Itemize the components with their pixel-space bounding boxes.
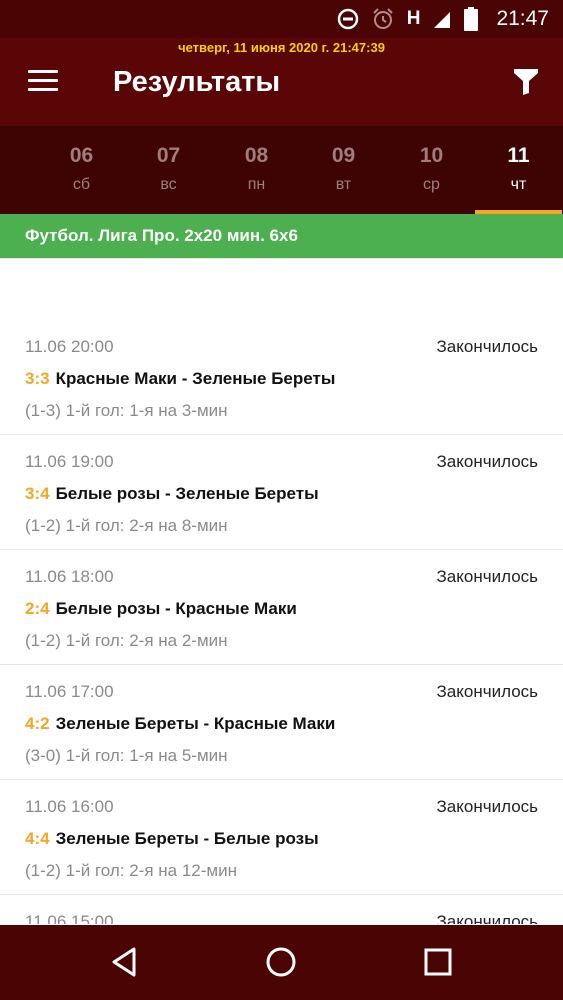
home-circle-icon[interactable]	[264, 945, 298, 979]
match-detail: (1-2) 1-й гол: 2-я на 12-мин	[25, 861, 237, 880]
match-detail: (3-0) 1-й гол: 1-я на 5-мин	[25, 746, 228, 765]
date-tab-day: 07	[156, 144, 181, 167]
match-result: 3:4 Белые розы - Зеленые Береты	[25, 484, 319, 504]
alarm-icon	[372, 8, 393, 29]
match-detail: (1-2) 1-й гол: 2-я на 8-мин	[25, 516, 228, 535]
match-time: 11.06 16:00	[25, 797, 114, 816]
date-tab-weekday: вс	[160, 176, 177, 193]
date-tab-07[interactable]: 07 вс	[125, 126, 212, 214]
date-tab-day: 11	[507, 144, 530, 167]
league-header[interactable]: Футбол. Лига Про. 2x20 мин. 6x6	[0, 214, 563, 258]
date-tab-weekday: ср	[423, 176, 440, 193]
match-score: 4:4	[25, 829, 50, 848]
match-score: 3:3	[25, 369, 50, 388]
date-tab-11[interactable]: 11 чт	[475, 126, 562, 214]
match-result: 4:2 Зеленые Береты - Красные Маки	[25, 714, 335, 734]
date-tab-weekday: вт	[335, 176, 352, 193]
app-bar: четверг, 11 июня 2020 г. 21:47:39 Резуль…	[0, 38, 563, 126]
system-nav-bar	[0, 925, 563, 1000]
match-teams: Белые розы - Зеленые Береты	[55, 484, 319, 503]
match-time: 11.06 18:00	[25, 567, 114, 586]
recents-square-icon[interactable]	[421, 945, 455, 979]
date-tab-weekday: сб	[72, 176, 91, 193]
date-tab-day: 10	[419, 144, 444, 167]
match-row[interactable]: 11.06 16:00 Закончилось 4:4 Зеленые Береты …	[0, 780, 563, 895]
match-result: 3:3 Красные Маки - Зеленые Береты	[25, 369, 335, 389]
match-detail: (1-2) 1-й гол: 2-я на 2-мин	[25, 631, 228, 650]
status-icons: H 21:47	[337, 6, 549, 32]
page-title: Результаты	[113, 66, 281, 98]
date-tab-10[interactable]: 10 ср	[388, 126, 475, 214]
match-status: Закончилось	[436, 797, 538, 816]
date-tab-day: 05	[0, 144, 19, 168]
match-status: Закончилось	[436, 337, 538, 356]
match-list[interactable]: 6:6Красные Маки - Белые розы(2-3) 1-й го…	[0, 214, 563, 924]
date-tab-day: 08	[244, 144, 269, 167]
date-tab-08[interactable]: 08 пн	[213, 126, 300, 214]
hamburger-menu-icon[interactable]	[28, 70, 58, 92]
match-row[interactable]: 11.06 19:00 Закончилось 3:4 Белые розы - Зе…	[0, 435, 563, 550]
date-tab-weekday: чт	[510, 176, 527, 193]
date-tab-05[interactable]: 05 пт	[0, 126, 19, 214]
back-triangle-icon[interactable]	[108, 945, 142, 979]
match-time: 11.06 19:00	[25, 452, 114, 471]
match-teams: Зеленые Береты - Белые розы	[55, 829, 319, 848]
match-result: 4:4 Зеленые Береты - Белые розы	[25, 829, 319, 849]
dnd-icon	[337, 8, 358, 30]
match-row[interactable]: 11.06 20:00 Закончилось 3:3 Красные Маки - …	[0, 320, 563, 435]
match-time: 11.06 17:00	[25, 682, 114, 701]
match-time: 11.06 20:00	[25, 337, 114, 356]
date-tab-weekday: пт	[0, 176, 19, 194]
match-status: Закончилось	[436, 912, 538, 924]
current-datetime: четверг, 11 июня 2020 г. 21:47:39	[178, 40, 385, 55]
match-score: 2:4	[25, 599, 50, 618]
date-tab-day: 06	[69, 144, 94, 167]
match-row[interactable]: 11.06 18:00 Закончилось 2:4 Белые розы - Кр…	[0, 550, 563, 665]
match-score: 4:2	[25, 714, 50, 733]
date-tab-weekday: пн	[247, 176, 266, 193]
signal-icon	[434, 12, 451, 28]
match-teams: Зеленые Береты - Красные Маки	[55, 714, 336, 733]
filter-icon[interactable]	[513, 68, 539, 96]
match-time: 11.06 15:00	[25, 912, 114, 924]
match-row[interactable]: 11.06 17:00 Закончилось 4:2 Зеленые Береты …	[0, 665, 563, 780]
match-detail: (1-3) 1-й гол: 1-я на 3-мин	[25, 401, 228, 420]
match-status: Закончилось	[436, 682, 538, 701]
status-bar: H 21:47	[0, 0, 563, 38]
match-row[interactable]: 11.06 15:00 Закончилось	[0, 895, 563, 924]
battery-icon	[464, 7, 479, 31]
network-type-label: H	[406, 8, 421, 29]
match-status: Закончилось	[436, 452, 538, 471]
status-time: 21:47	[496, 7, 549, 30]
match-status: Закончилось	[436, 567, 538, 586]
match-teams: Красные Маки - Зеленые Береты	[55, 369, 336, 388]
date-tab-day: 09	[331, 144, 356, 167]
match-score: 3:4	[25, 484, 50, 503]
date-tabs: 05 пт 06 сб 07 вс 08 пн 09 вт 10 ср 11 чт	[0, 126, 563, 214]
match-result: 2:4 Белые розы - Красные Маки	[25, 599, 297, 619]
date-tab-09[interactable]: 09 вт	[300, 126, 387, 214]
date-tab-06[interactable]: 06 сб	[38, 126, 125, 214]
match-teams: Белые розы - Красные Маки	[55, 599, 297, 618]
